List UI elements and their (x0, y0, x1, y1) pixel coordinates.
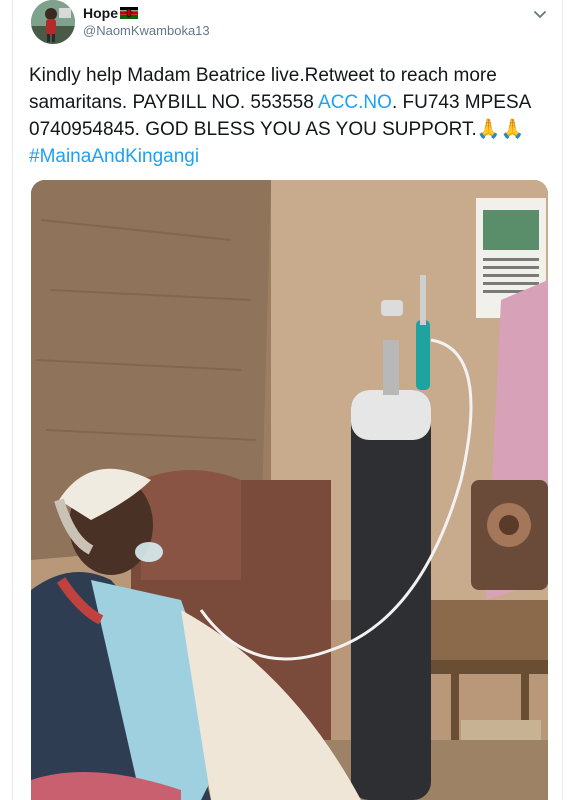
kenya-flag-icon (120, 7, 138, 19)
hashtag-link[interactable]: #MainaAndKingangi (29, 146, 199, 167)
photo-image (31, 180, 548, 800)
tweet-photo[interactable] (31, 180, 548, 800)
accno-link[interactable]: ACC.NO (318, 92, 392, 113)
avatar[interactable] (31, 0, 75, 44)
tweet-card: Hope @NaomKwamboka13 Kindly help Madam B… (12, 0, 563, 800)
avatar-image (31, 0, 75, 44)
name-row: Hope (83, 5, 138, 21)
display-name[interactable]: Hope (83, 5, 118, 21)
chevron-down-icon[interactable] (532, 6, 548, 22)
user-handle[interactable]: @NaomKwamboka13 (83, 23, 210, 38)
tweet-text: Kindly help Madam Beatrice live.Retweet … (29, 62, 549, 170)
pray-emoji: 🙏🙏 (476, 119, 525, 140)
